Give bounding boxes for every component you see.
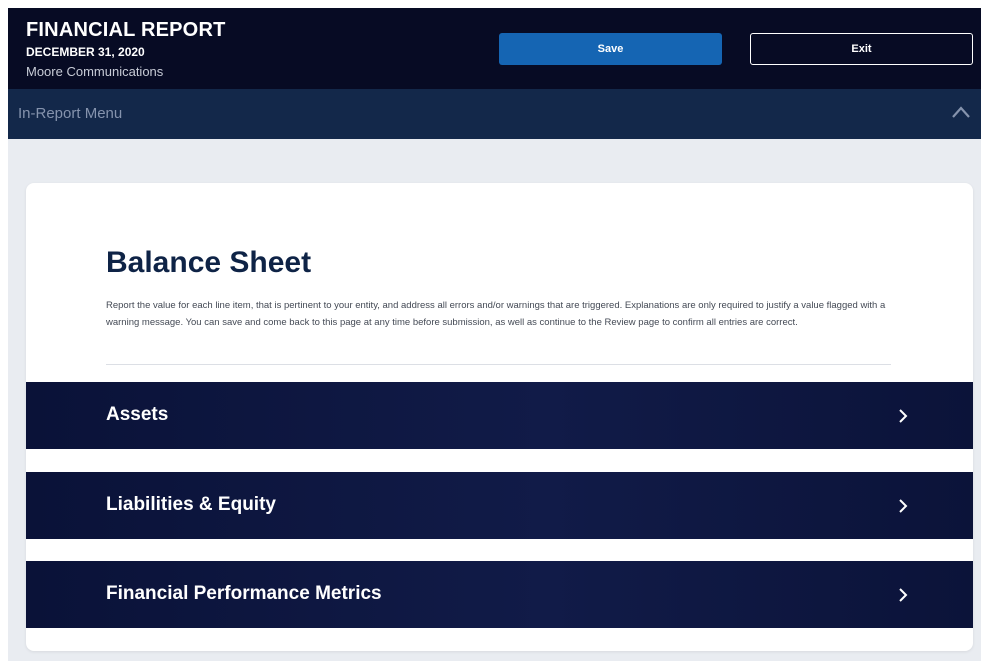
report-header: FINANCIAL REPORT DECEMBER 31, 2020 Moore… (8, 8, 981, 89)
divider (106, 364, 891, 365)
exit-button[interactable]: Exit (750, 33, 973, 65)
chevron-right-icon (899, 499, 908, 513)
save-button[interactable]: Save (499, 33, 722, 65)
section-label: Assets (106, 404, 169, 425)
chevron-up-icon[interactable] (951, 105, 971, 119)
section-label: Financial Performance Metrics (106, 583, 382, 604)
entity-name: Moore Communications (26, 64, 164, 79)
chevron-right-icon (899, 588, 908, 602)
section-financial-performance-metrics[interactable]: Financial Performance Metrics (26, 561, 973, 628)
section-label: Liabilities & Equity (106, 494, 276, 515)
app-frame: FINANCIAL REPORT DECEMBER 31, 2020 Moore… (8, 8, 981, 661)
in-report-menu-bar[interactable]: In-Report Menu (8, 89, 981, 139)
page-title: Balance Sheet (106, 246, 312, 279)
section-liabilities-equity[interactable]: Liabilities & Equity (26, 472, 973, 539)
in-report-menu-label: In-Report Menu (18, 105, 123, 122)
section-assets[interactable]: Assets (26, 382, 973, 449)
chevron-right-icon (899, 409, 908, 423)
report-title: FINANCIAL REPORT (26, 19, 226, 41)
balance-sheet-card: Balance Sheet Report the value for each … (26, 183, 973, 651)
report-date: DECEMBER 31, 2020 (26, 45, 145, 59)
page-description: Report the value for each line item, tha… (106, 300, 886, 328)
